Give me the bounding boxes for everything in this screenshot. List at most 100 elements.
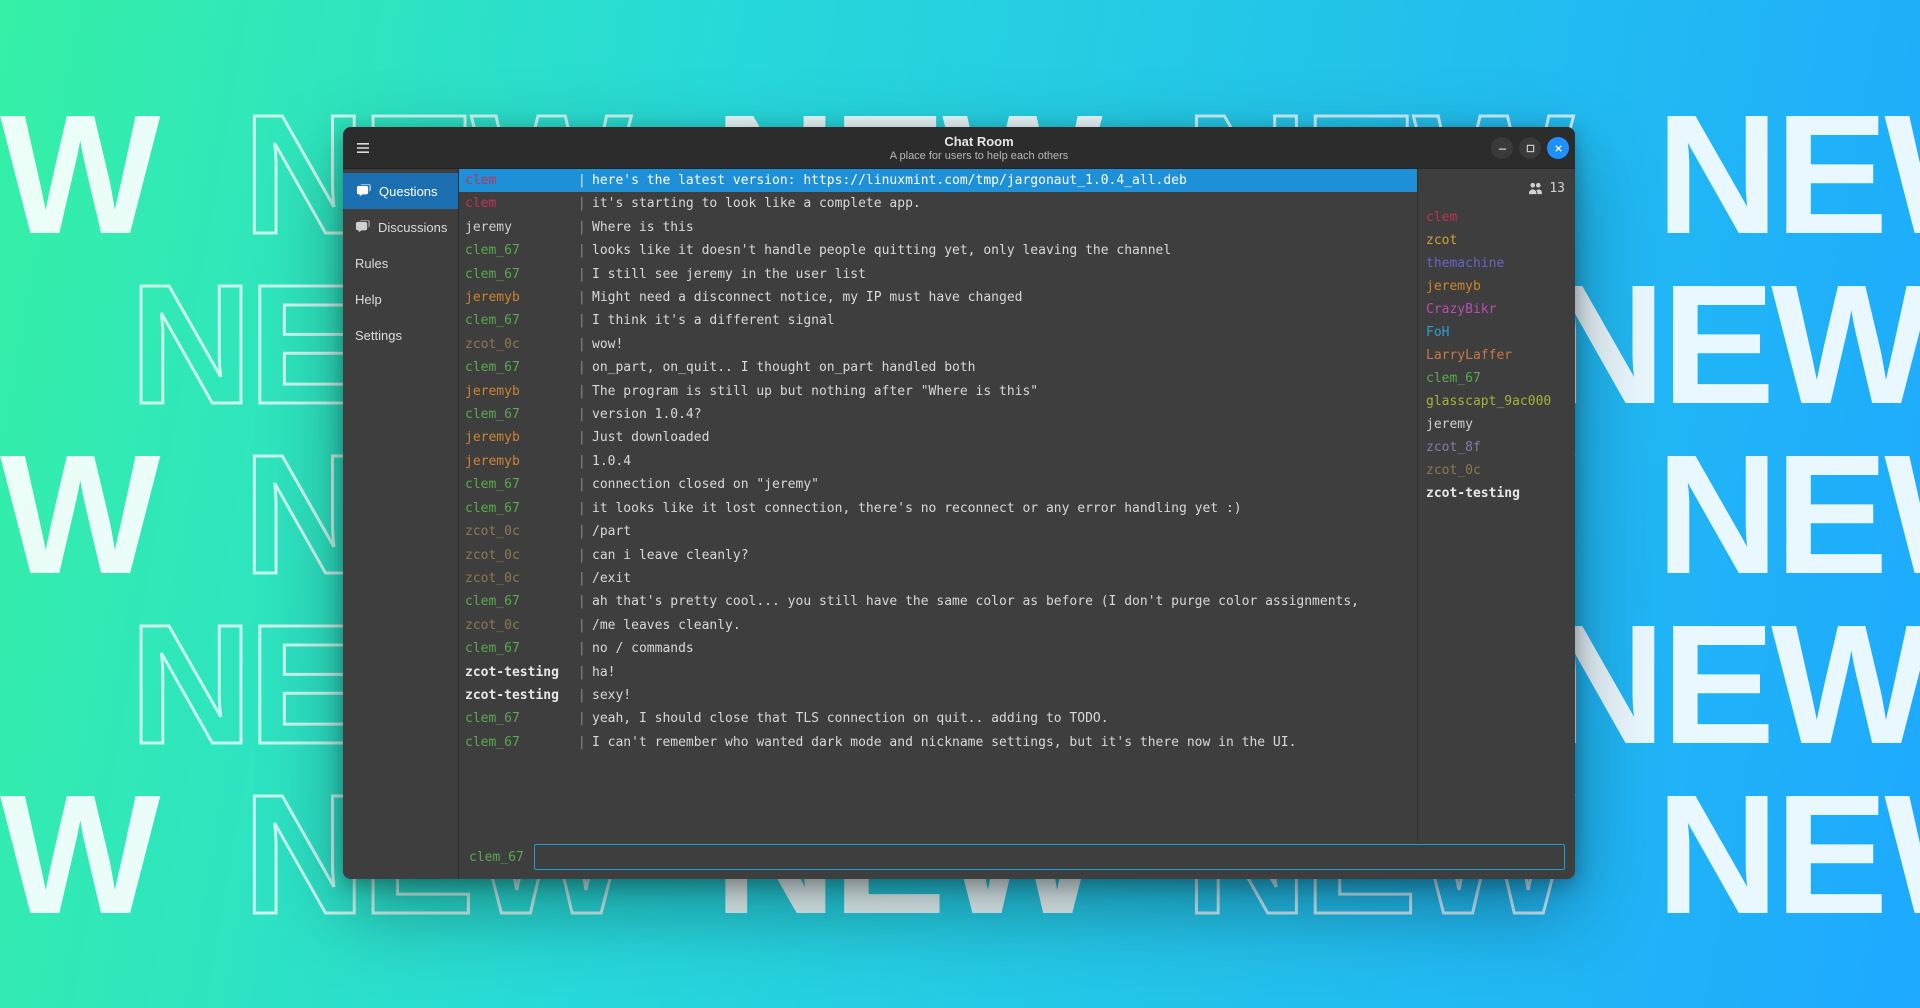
message-separator: | <box>570 286 592 309</box>
message-separator: | <box>570 707 592 730</box>
input-row: clem_67 <box>459 841 1575 879</box>
sidebar-item-label: Settings <box>355 328 402 343</box>
message-separator: | <box>570 309 592 332</box>
user-list-item[interactable]: clem <box>1426 206 1567 229</box>
chat-message: zcot_0c | wow! <box>459 333 1417 356</box>
message-separator: | <box>570 333 592 356</box>
sidebar-item-help[interactable]: Help <box>343 281 458 317</box>
user-list-item[interactable]: zcot <box>1426 229 1567 252</box>
message-text: I still see jeremy in the user list <box>592 263 1411 286</box>
message-text: Where is this <box>592 216 1411 239</box>
message-separator: | <box>570 169 592 192</box>
chat-message: clem_67 | connection closed on "jeremy" <box>459 473 1417 496</box>
user-list-item[interactable]: LarryLaffer <box>1426 344 1567 367</box>
message-nick: zcot-testing <box>465 684 570 707</box>
message-separator: | <box>570 637 592 660</box>
message-nick: clem_67 <box>465 590 570 613</box>
message-nick: jeremyb <box>465 286 570 309</box>
minimize-button[interactable] <box>1491 137 1513 159</box>
user-list-item[interactable]: themachine <box>1426 252 1567 275</box>
sidebar-item-label: Help <box>355 292 382 307</box>
window-subtitle: A place for users to help each others <box>383 150 1575 162</box>
user-list-item[interactable]: CrazyBikr <box>1426 298 1567 321</box>
message-text: no / commands <box>592 637 1411 660</box>
users-icon <box>1528 182 1543 195</box>
chat-message: clem_67 | ah that's pretty cool... you s… <box>459 590 1417 613</box>
user-list-item[interactable]: jeremyb <box>1426 275 1567 298</box>
message-text: 1.0.4 <box>592 450 1411 473</box>
chat-message: zcot_0c | can i leave cleanly? <box>459 544 1417 567</box>
message-text: I can't remember who wanted dark mode an… <box>592 731 1411 754</box>
chat-message: clem | here's the latest version: https:… <box>459 169 1417 192</box>
message-separator: | <box>570 590 592 613</box>
chat-message: zcot_0c | /me leaves cleanly. <box>459 614 1417 637</box>
titlebar: Chat Room A place for users to help each… <box>343 127 1575 169</box>
message-nick: clem_67 <box>465 707 570 730</box>
message-text: it's starting to look like a complete ap… <box>592 192 1411 215</box>
chat-message: clem_67 | looks like it doesn't handle p… <box>459 239 1417 262</box>
message-text: can i leave cleanly? <box>592 544 1411 567</box>
sidebar: Questions Discussions Rules Help Settings <box>343 169 459 879</box>
sidebar-item-rules[interactable]: Rules <box>343 245 458 281</box>
message-separator: | <box>570 614 592 637</box>
chat-message: clem_67 | version 1.0.4? <box>459 403 1417 426</box>
message-text: /exit <box>592 567 1411 590</box>
message-nick: zcot_0c <box>465 544 570 567</box>
message-nick: zcot_0c <box>465 520 570 543</box>
chat-message: jeremyb | The program is still up but no… <box>459 380 1417 403</box>
message-text: I think it's a different signal <box>592 309 1411 332</box>
message-text: on_part, on_quit.. I thought on_part han… <box>592 356 1411 379</box>
message-text: connection closed on "jeremy" <box>592 473 1411 496</box>
app-window: Chat Room A place for users to help each… <box>343 127 1575 879</box>
user-list-item[interactable]: clem_67 <box>1426 367 1567 390</box>
message-separator: | <box>570 450 592 473</box>
sidebar-item-discussions[interactable]: Discussions <box>343 209 458 245</box>
chat-message: clem_67 | I think it's a different signa… <box>459 309 1417 332</box>
chat-message: clem_67 | it looks like it lost connecti… <box>459 497 1417 520</box>
message-nick: clem_67 <box>465 731 570 754</box>
close-button[interactable] <box>1547 137 1569 159</box>
message-nick: jeremy <box>465 216 570 239</box>
message-nick: jeremyb <box>465 426 570 449</box>
user-list-item[interactable]: glasscapt_9ac000 <box>1426 390 1567 413</box>
chat-message: jeremyb | 1.0.4 <box>459 450 1417 473</box>
message-nick: zcot-testing <box>465 661 570 684</box>
sidebar-item-settings[interactable]: Settings <box>343 317 458 353</box>
sidebar-item-questions[interactable]: Questions <box>343 173 458 209</box>
message-text: /me leaves cleanly. <box>592 614 1411 637</box>
main-panel: clem | here's the latest version: https:… <box>459 169 1575 879</box>
user-list-item[interactable]: zcot-testing <box>1426 482 1567 505</box>
chat-input[interactable] <box>534 844 1565 870</box>
sidebar-item-label: Discussions <box>378 220 447 235</box>
message-separator: | <box>570 497 592 520</box>
chat-message: clem | it's starting to look like a comp… <box>459 192 1417 215</box>
message-text: /part <box>592 520 1411 543</box>
user-list-item[interactable]: zcot_8f <box>1426 436 1567 459</box>
message-text: Just downloaded <box>592 426 1411 449</box>
message-nick: clem_67 <box>465 309 570 332</box>
message-separator: | <box>570 473 592 496</box>
chat-message: zcot-testing | sexy! <box>459 684 1417 707</box>
message-nick: clem_67 <box>465 497 570 520</box>
maximize-button[interactable] <box>1519 137 1541 159</box>
window-controls <box>1491 127 1569 169</box>
menu-button[interactable] <box>343 140 383 156</box>
message-separator: | <box>570 239 592 262</box>
chat-message: zcot_0c | /part <box>459 520 1417 543</box>
message-text: looks like it doesn't handle people quit… <box>592 239 1411 262</box>
user-list-item[interactable]: FoH <box>1426 321 1567 344</box>
chat-message: jeremy | Where is this <box>459 216 1417 239</box>
message-separator: | <box>570 403 592 426</box>
message-separator: | <box>570 661 592 684</box>
message-text: it looks like it lost connection, there'… <box>592 497 1411 520</box>
chat-bubbles-icon <box>355 183 371 199</box>
message-separator: | <box>570 263 592 286</box>
message-text: ha! <box>592 661 1411 684</box>
message-nick: clem_67 <box>465 403 570 426</box>
chat-log[interactable]: clem | here's the latest version: https:… <box>459 169 1417 841</box>
user-list-item[interactable]: jeremy <box>1426 413 1567 436</box>
message-nick: clem_67 <box>465 239 570 262</box>
sidebar-item-label: Questions <box>379 184 438 199</box>
user-list-item[interactable]: zcot_0c <box>1426 459 1567 482</box>
window-title: Chat Room <box>383 134 1575 149</box>
